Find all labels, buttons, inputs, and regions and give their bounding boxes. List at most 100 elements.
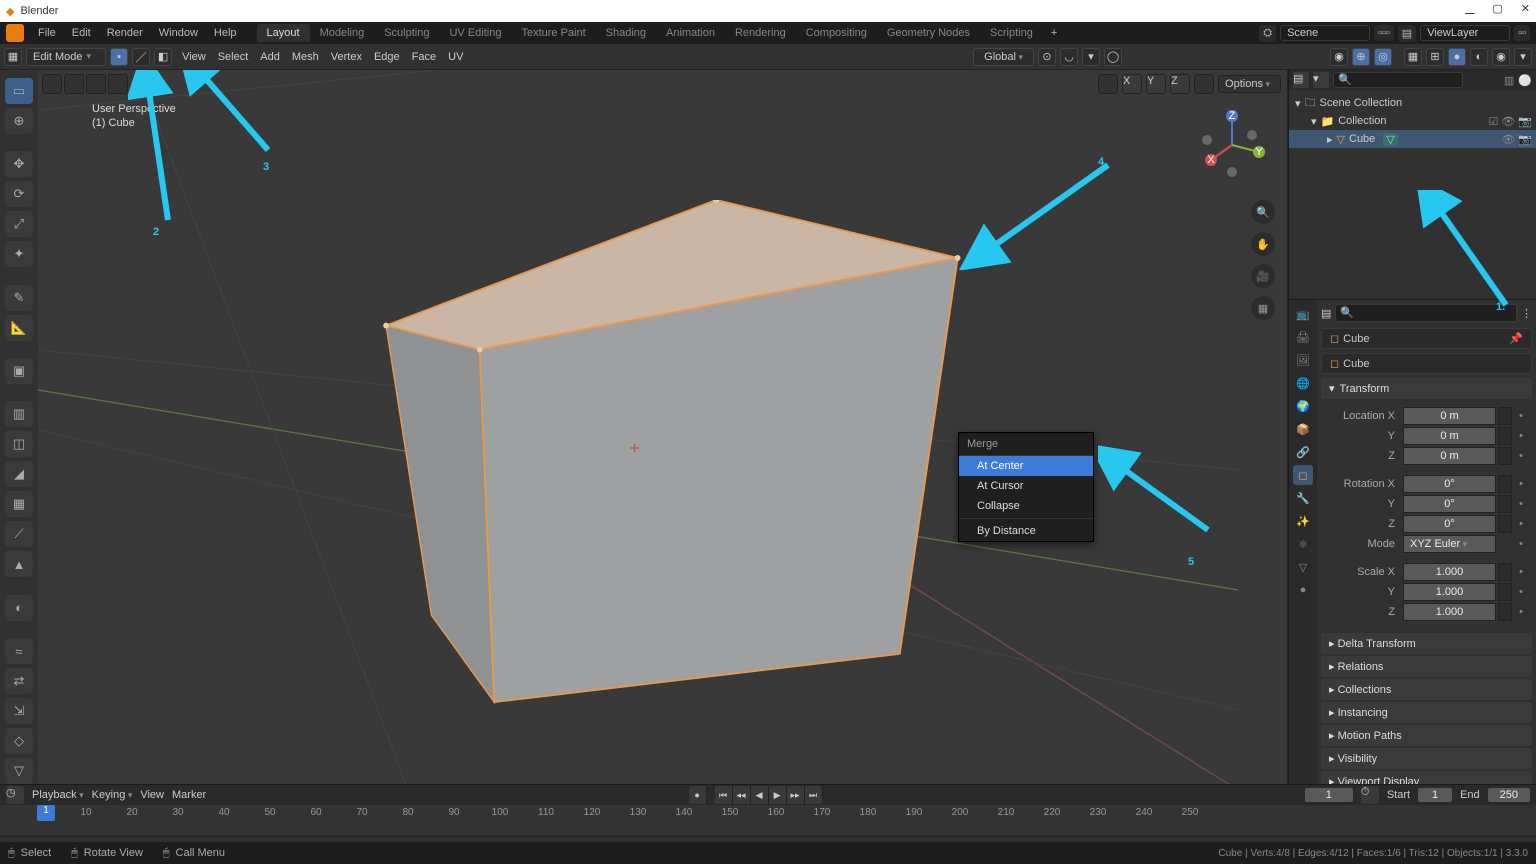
jump-prev-button[interactable]: ◂◂ [733, 786, 751, 804]
transform-tool[interactable]: ✦ [5, 241, 33, 267]
maximize-button[interactable]: ▢ [1492, 2, 1502, 20]
proportional-button[interactable]: ◯ [1104, 48, 1122, 66]
scene-tab[interactable]: 🌐 [1293, 373, 1313, 393]
particles-tab[interactable]: ✨ [1293, 511, 1313, 531]
select-box-tool[interactable]: ▭ [5, 78, 33, 104]
cube-mesh[interactable] [368, 200, 968, 760]
modifiers-tab[interactable]: 🔧 [1293, 488, 1313, 508]
outliner-scene-collection[interactable]: ▾ 🗀 Scene Collection [1289, 94, 1536, 112]
output-tab[interactable]: 🖨 [1293, 327, 1313, 347]
select-invert-button[interactable] [86, 74, 106, 94]
timeline-keying-menu[interactable]: Keying [92, 789, 133, 801]
outliner-search-input[interactable] [1333, 72, 1463, 88]
eye-icon[interactable]: 👁 [1501, 133, 1515, 146]
axis-y-button[interactable]: Y [1146, 74, 1166, 94]
rip-tool[interactable]: ▽ [5, 758, 33, 784]
shading-material-button[interactable]: ◐ [1470, 48, 1488, 66]
frame-range-button[interactable]: ⏱ [1361, 786, 1379, 804]
merge-at-center[interactable]: At Center [959, 456, 1093, 476]
viewport-menu-add[interactable]: Add [254, 51, 286, 63]
location-y-field[interactable]: 0 m [1403, 427, 1496, 445]
menu-render[interactable]: Render [99, 27, 151, 39]
workspace-tab-geometry-nodes[interactable]: Geometry Nodes [877, 24, 980, 42]
merge-collapse[interactable]: Collapse [959, 496, 1093, 516]
outliner-filter-button[interactable]: ⚪ [1518, 74, 1532, 87]
menu-edit[interactable]: Edit [64, 27, 99, 39]
workspace-tab-shading[interactable]: Shading [596, 24, 656, 42]
workspace-tab-modeling[interactable]: Modeling [310, 24, 375, 42]
panel-collections[interactable]: ▸ Collections [1321, 679, 1532, 700]
workspace-tab-rendering[interactable]: Rendering [725, 24, 796, 42]
knife-tool[interactable]: ⟋ [5, 521, 33, 547]
mesh-display-button[interactable] [1098, 74, 1118, 94]
current-frame-field[interactable]: 1 [1305, 788, 1353, 802]
workspace-tab-compositing[interactable]: Compositing [796, 24, 877, 42]
axis-z-button[interactable]: Z [1170, 74, 1190, 94]
jump-end-button[interactable]: ⏭ [805, 786, 823, 804]
select-all-button[interactable] [42, 74, 62, 94]
location-x-field[interactable]: 0 m [1403, 407, 1496, 425]
viewlayer-tab[interactable]: 🖼 [1293, 350, 1313, 370]
shading-solid-button[interactable]: ● [1448, 48, 1466, 66]
object-crumb[interactable]: ◻Cube 📌 [1321, 328, 1532, 349]
menu-file[interactable]: File [30, 27, 64, 39]
measure-tool[interactable]: 📐 [5, 315, 33, 341]
gizmo-toggle[interactable]: ⊕ [1352, 48, 1370, 66]
workspace-tab-scripting[interactable]: Scripting [980, 24, 1043, 42]
perspective-toggle-button[interactable]: ▦ [1251, 296, 1275, 320]
add-cube-tool[interactable]: ▣ [5, 358, 33, 384]
loop-cut-tool[interactable]: ▦ [5, 491, 33, 517]
navigation-gizmo[interactable]: Z Y X [1197, 110, 1267, 180]
physics-tab[interactable]: ⚛ [1293, 534, 1313, 554]
merge-at-cursor[interactable]: At Cursor [959, 476, 1093, 496]
rotation-z-field[interactable]: 0° [1403, 515, 1496, 533]
workspace-tab-sculpting[interactable]: Sculpting [374, 24, 439, 42]
camera-view-button[interactable]: 🎥 [1251, 264, 1275, 288]
rotation-mode-dropdown[interactable]: XYZ Euler [1403, 535, 1496, 553]
spin-tool[interactable]: ◐ [5, 595, 33, 621]
props-pin-icon[interactable]: ⋮ [1521, 307, 1532, 320]
pan-button[interactable]: ✋ [1251, 232, 1275, 256]
start-frame-field[interactable]: 1 [1418, 788, 1452, 802]
xray-toggle[interactable]: ▦ [1404, 48, 1422, 66]
zoom-button[interactable]: 🔍 [1251, 200, 1275, 224]
outliner-object-cube[interactable]: ▸ ▽ Cube ▽ 👁📷 [1289, 130, 1536, 148]
axis-x-button[interactable]: X [1122, 74, 1142, 94]
shrink-tool[interactable]: ⇲ [5, 698, 33, 724]
scale-tool[interactable]: ⤢ [5, 211, 33, 237]
object-constraints-tab[interactable]: 🔗 [1293, 442, 1313, 462]
scale-z-field[interactable]: 1.000 [1403, 603, 1496, 621]
location-z-field[interactable]: 0 m [1403, 447, 1496, 465]
object-tab[interactable]: ◻ [1293, 465, 1313, 485]
snap-dropdown[interactable]: ▾ [1082, 48, 1100, 66]
timeline-view-menu[interactable]: View [140, 789, 164, 801]
extrude-tool[interactable]: ▥ [5, 401, 33, 427]
timeline-playback-menu[interactable]: Playback [32, 789, 84, 801]
inset-tool[interactable]: ◫ [5, 431, 33, 457]
panel-motion-paths[interactable]: ▸ Motion Paths [1321, 725, 1532, 746]
select-mode-face-button[interactable]: ◧ [154, 48, 172, 66]
close-button[interactable]: ✕ [1521, 2, 1530, 20]
transform-panel-header[interactable]: ▾ Transform [1321, 378, 1532, 399]
panel-relations[interactable]: ▸ Relations [1321, 656, 1532, 677]
overlay-toggle[interactable]: ◎ [1374, 48, 1392, 66]
scale-x-field[interactable]: 1.000 [1403, 563, 1496, 581]
outliner-display-dropdown[interactable]: ▤ [1293, 72, 1309, 88]
eye-icon[interactable]: 👁 [1501, 115, 1515, 128]
shading-rendered-button[interactable]: ◉ [1492, 48, 1510, 66]
lock-icon[interactable] [1498, 407, 1512, 425]
annotate-tool[interactable]: ✎ [5, 285, 33, 311]
minimize-button[interactable]: _ [1465, 0, 1474, 16]
pivot-dropdown[interactable]: ⊙ [1038, 48, 1056, 66]
mode-select-dropdown[interactable]: Edit Mode [26, 48, 106, 66]
play-button[interactable]: ▶ [769, 786, 787, 804]
props-type-icon[interactable]: ▤ [1321, 307, 1331, 320]
world-tab[interactable]: 🌍 [1293, 396, 1313, 416]
shading-dropdown-icon[interactable]: ▾ [1514, 48, 1532, 66]
add-workspace-button[interactable]: + [1043, 27, 1065, 39]
scene-buttons[interactable]: ▫▫▫ [1374, 25, 1394, 41]
scale-y-field[interactable]: 1.000 [1403, 583, 1496, 601]
timeline-editor-icon[interactable]: ◷ [6, 786, 24, 804]
object-name-field[interactable]: ◻Cube [1321, 353, 1532, 374]
viewport-menu-face[interactable]: Face [406, 51, 442, 63]
